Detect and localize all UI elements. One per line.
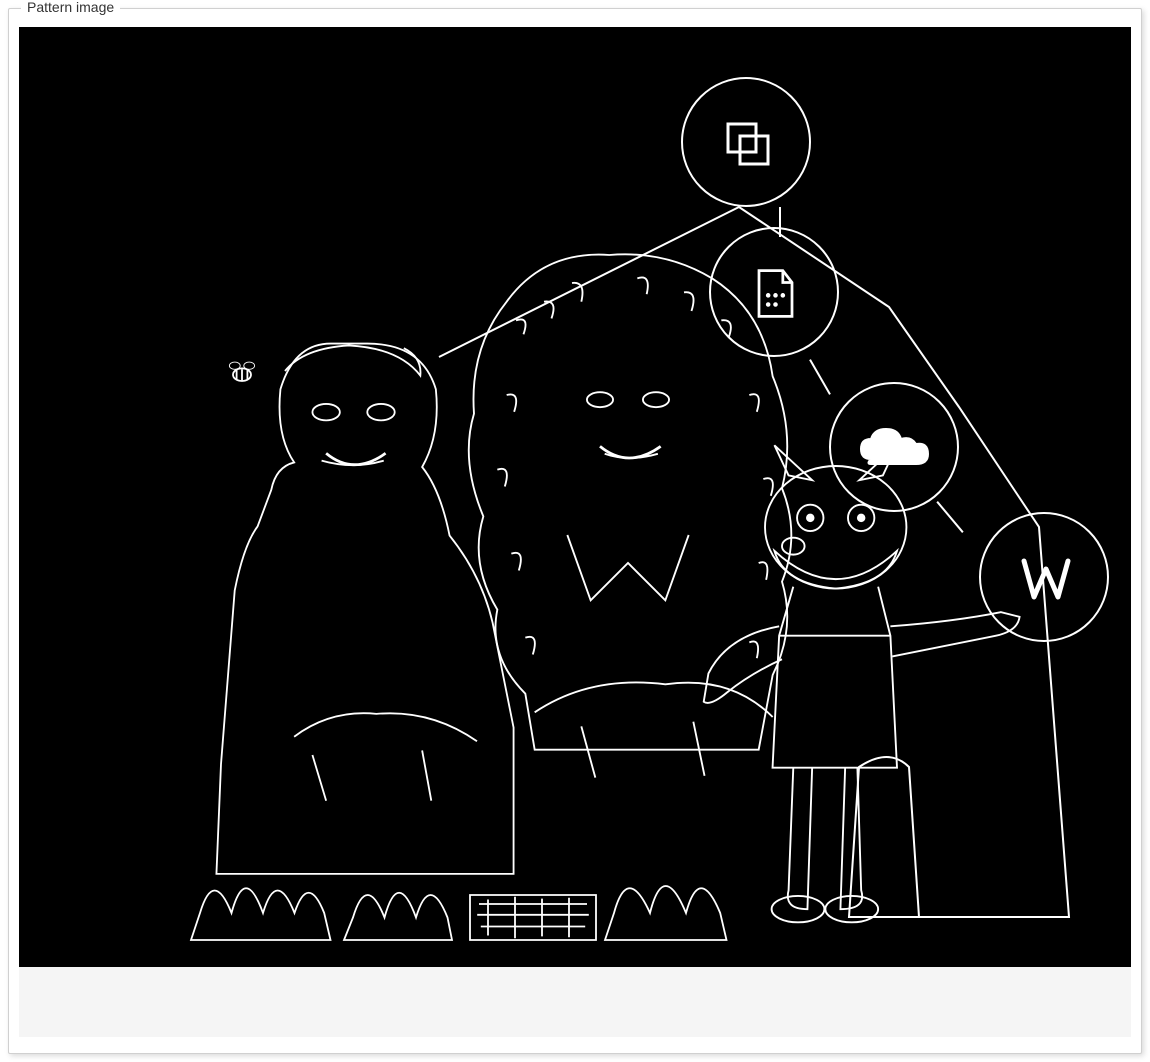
fieldset-legend: Pattern image: [21, 0, 120, 15]
pattern-image-fieldset: Pattern image: [8, 8, 1142, 1054]
pattern-image-viewport: [19, 27, 1131, 967]
edge-detected-image: [19, 27, 1131, 967]
panel-footer-gap: [19, 967, 1131, 1037]
foliage-outline: [19, 787, 1119, 967]
